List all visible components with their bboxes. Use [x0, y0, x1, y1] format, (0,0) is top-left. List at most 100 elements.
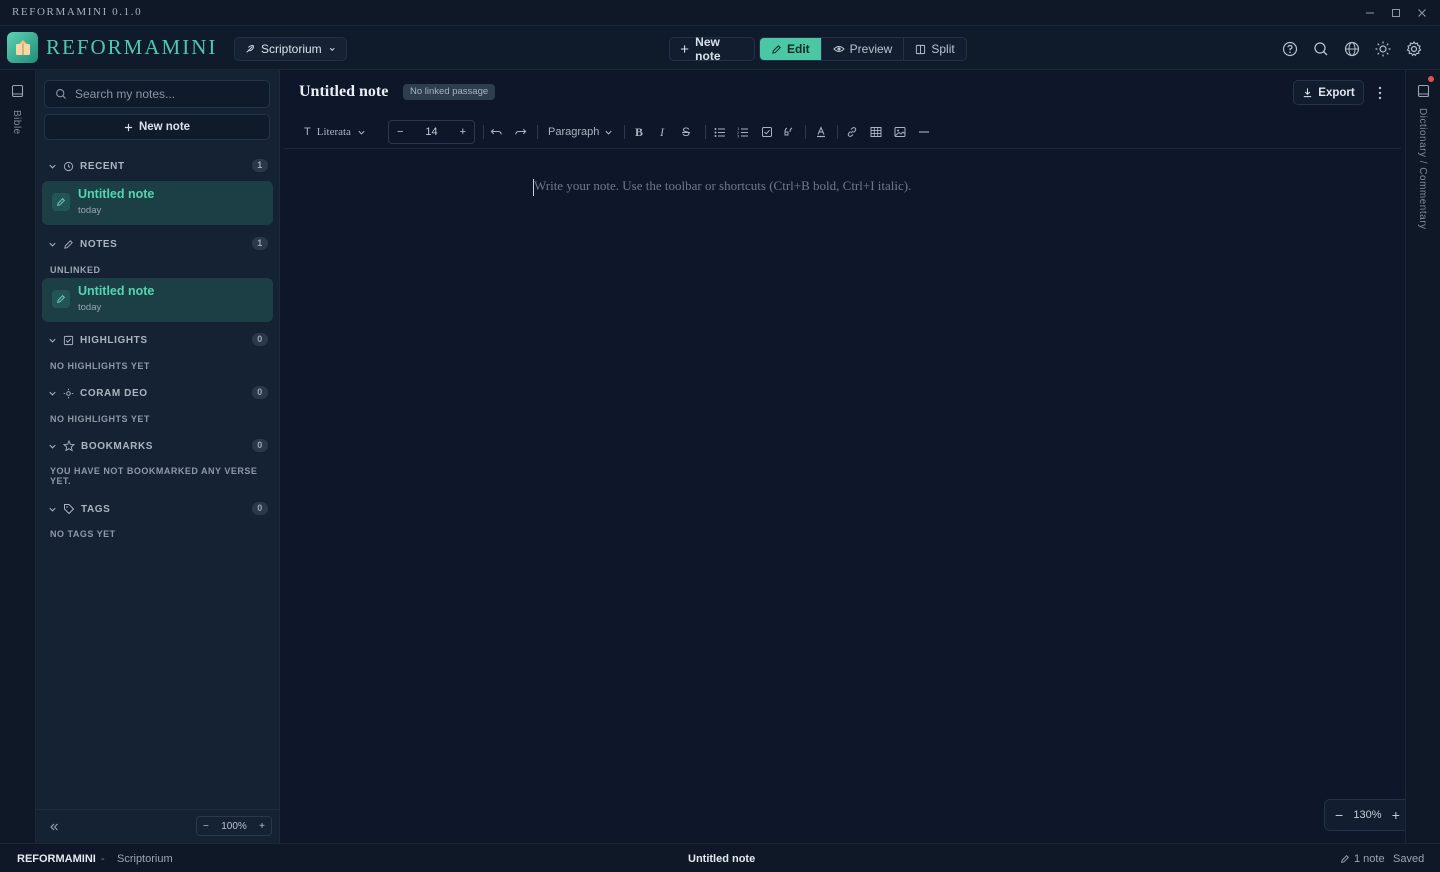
font-size-increase-button[interactable]: +	[460, 126, 466, 138]
dictionary-panel-icon[interactable]	[1417, 84, 1430, 98]
editor-zoom-in-button[interactable]: +	[1392, 807, 1400, 823]
minimize-icon[interactable]	[1362, 5, 1378, 21]
note-title-heading[interactable]: Untitled note	[299, 83, 388, 101]
table-icon[interactable]	[870, 123, 882, 141]
sun-icon[interactable]	[1374, 40, 1392, 58]
status-note-count: 1 note	[1354, 853, 1385, 865]
sidebar-zoom-control: − 100% +	[196, 816, 272, 836]
notes-sidebar: Search my notes... New note RECENT 1 Unt…	[36, 70, 280, 843]
bold-icon[interactable]: B	[635, 123, 643, 141]
feather-icon	[246, 45, 254, 53]
strikethrough-icon[interactable]: S	[682, 123, 690, 141]
collapse-sidebar-icon[interactable]	[48, 821, 60, 833]
section-highlights-label: HIGHLIGHTS	[80, 334, 148, 346]
bookmarks-empty-message: YOU HAVE NOT BOOKMARKED ANY VERSE YET.	[50, 466, 258, 486]
editor-pane: Untitled note No linked passage Export T…	[280, 70, 1411, 843]
search-notes-field[interactable]: Search my notes...	[44, 80, 270, 108]
font-size-decrease-button[interactable]: −	[397, 126, 403, 138]
chevron-down-icon	[49, 507, 56, 512]
export-label: Export	[1318, 86, 1355, 99]
bible-panel-icon[interactable]	[11, 84, 24, 98]
unlinked-group-label: UNLINKED	[50, 265, 101, 275]
font-family-select[interactable]: T Literata	[304, 123, 366, 141]
status-current-note: Untitled note	[688, 853, 756, 865]
image-icon[interactable]	[894, 123, 906, 141]
globe-icon[interactable]	[1343, 40, 1361, 58]
editor-zoom-out-button[interactable]: −	[1335, 807, 1343, 823]
zoom-in-button[interactable]: +	[259, 821, 265, 832]
chevron-down-icon	[49, 391, 56, 396]
gear-icon[interactable]	[1405, 40, 1423, 58]
section-notes-label: NOTES	[80, 238, 118, 250]
workspace-selector[interactable]: Scriptorium	[234, 37, 347, 61]
new-note-button[interactable]: New note	[669, 35, 755, 63]
sidebar-new-note-label: New note	[138, 121, 191, 133]
star-icon	[63, 440, 75, 452]
bullet-list-icon[interactable]	[714, 123, 726, 141]
sidebar-new-note-button[interactable]: New note	[44, 114, 270, 140]
font-family-value: Literata	[316, 126, 351, 138]
chevron-down-icon	[49, 242, 56, 247]
undo-icon[interactable]	[490, 123, 503, 141]
toolbar-divider	[705, 125, 706, 139]
chevron-down-icon	[49, 444, 56, 449]
section-notes[interactable]: NOTES 1	[48, 236, 268, 252]
maximize-icon[interactable]	[1388, 5, 1404, 21]
toolbar-divider	[483, 125, 484, 139]
pencil-icon	[52, 290, 70, 308]
dictionary-commentary-tab[interactable]: Dictionary / Commentary	[1417, 108, 1428, 230]
redo-icon[interactable]	[514, 123, 527, 141]
section-coram-deo[interactable]: CORAM DEO 0	[48, 385, 268, 401]
tag-icon	[64, 504, 75, 515]
plus-icon	[680, 45, 689, 53]
close-icon[interactable]	[1414, 5, 1430, 21]
export-button[interactable]: Export	[1293, 80, 1364, 105]
search-icon[interactable]	[1312, 40, 1330, 58]
coram-deo-empty-message: NO HIGHLIGHTS YET	[50, 414, 150, 424]
recent-count-badge: 1	[252, 159, 268, 172]
split-mode-button[interactable]: Split	[904, 38, 965, 60]
font-type-icon: T	[304, 126, 311, 138]
edit-mode-label: Edit	[787, 42, 810, 56]
editor-placeholder[interactable]: Write your note. Use the toolbar or shor…	[534, 178, 911, 194]
quote-icon[interactable]	[784, 123, 794, 141]
task-list-icon[interactable]	[761, 123, 773, 141]
horizontal-rule-icon[interactable]	[918, 123, 930, 141]
pencil-icon	[772, 44, 781, 54]
section-recent[interactable]: RECENT 1	[48, 158, 268, 174]
edit-mode-button[interactable]: Edit	[760, 38, 822, 60]
zoom-out-button[interactable]: −	[203, 821, 209, 832]
section-tags[interactable]: TAGS 0	[48, 501, 268, 517]
note-title: Untitled note	[78, 187, 155, 201]
italic-icon[interactable]: I	[660, 123, 664, 141]
section-tags-label: TAGS	[81, 503, 111, 515]
help-icon[interactable]	[1281, 40, 1299, 58]
new-note-label: New note	[695, 35, 721, 63]
notes-count-badge: 1	[252, 237, 268, 250]
numbered-list-icon[interactable]: 123	[737, 123, 749, 141]
bookmarks-count-badge: 0	[252, 439, 268, 452]
bible-panel-tab[interactable]: Bible	[11, 110, 22, 135]
block-style-select[interactable]: Paragraph	[548, 123, 613, 141]
section-recent-label: RECENT	[80, 160, 125, 172]
more-options-icon[interactable]	[1373, 84, 1387, 102]
linked-passage-badge[interactable]: No linked passage	[403, 84, 496, 100]
status-bar: REFORMAMINI - Scriptorium Untitled note …	[0, 843, 1440, 872]
chevron-down-icon	[329, 47, 335, 51]
editor-zoom-value: 130%	[1353, 809, 1382, 821]
search-placeholder: Search my notes...	[75, 87, 176, 101]
section-highlights[interactable]: HIGHLIGHTS 0	[48, 332, 268, 348]
chevron-down-icon	[49, 338, 56, 343]
text-color-icon[interactable]	[815, 123, 827, 141]
recent-note-item[interactable]: Untitled note today	[42, 181, 273, 225]
unlinked-note-item[interactable]: Untitled note today	[42, 278, 273, 322]
sun-icon	[63, 388, 74, 398]
preview-mode-button[interactable]: Preview	[822, 38, 905, 60]
svg-text:3: 3	[737, 134, 739, 138]
section-bookmarks[interactable]: BOOKMARKS 0	[48, 438, 268, 454]
font-size-value[interactable]: 14	[425, 126, 437, 138]
chevron-down-icon	[605, 130, 612, 135]
link-icon[interactable]	[846, 123, 858, 141]
note-date: today	[78, 205, 102, 216]
formatting-toolbar: T Literata − 14 + Paragraph B I S 123	[284, 115, 1401, 149]
